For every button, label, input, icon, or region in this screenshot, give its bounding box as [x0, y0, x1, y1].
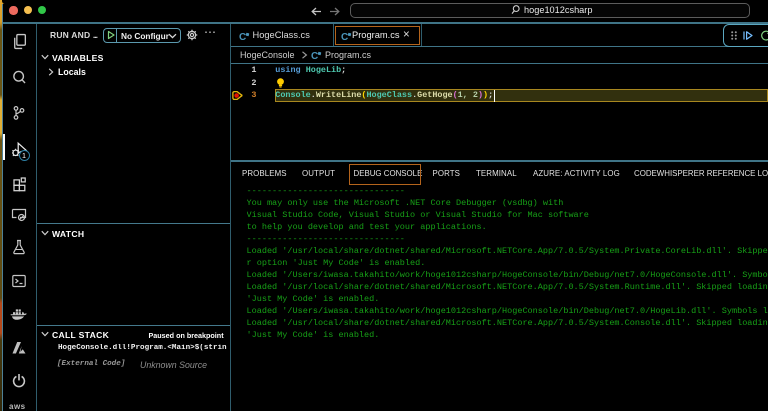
- svg-text:C: C: [311, 51, 318, 61]
- svg-text:C: C: [341, 32, 348, 42]
- svg-text:C: C: [239, 32, 246, 42]
